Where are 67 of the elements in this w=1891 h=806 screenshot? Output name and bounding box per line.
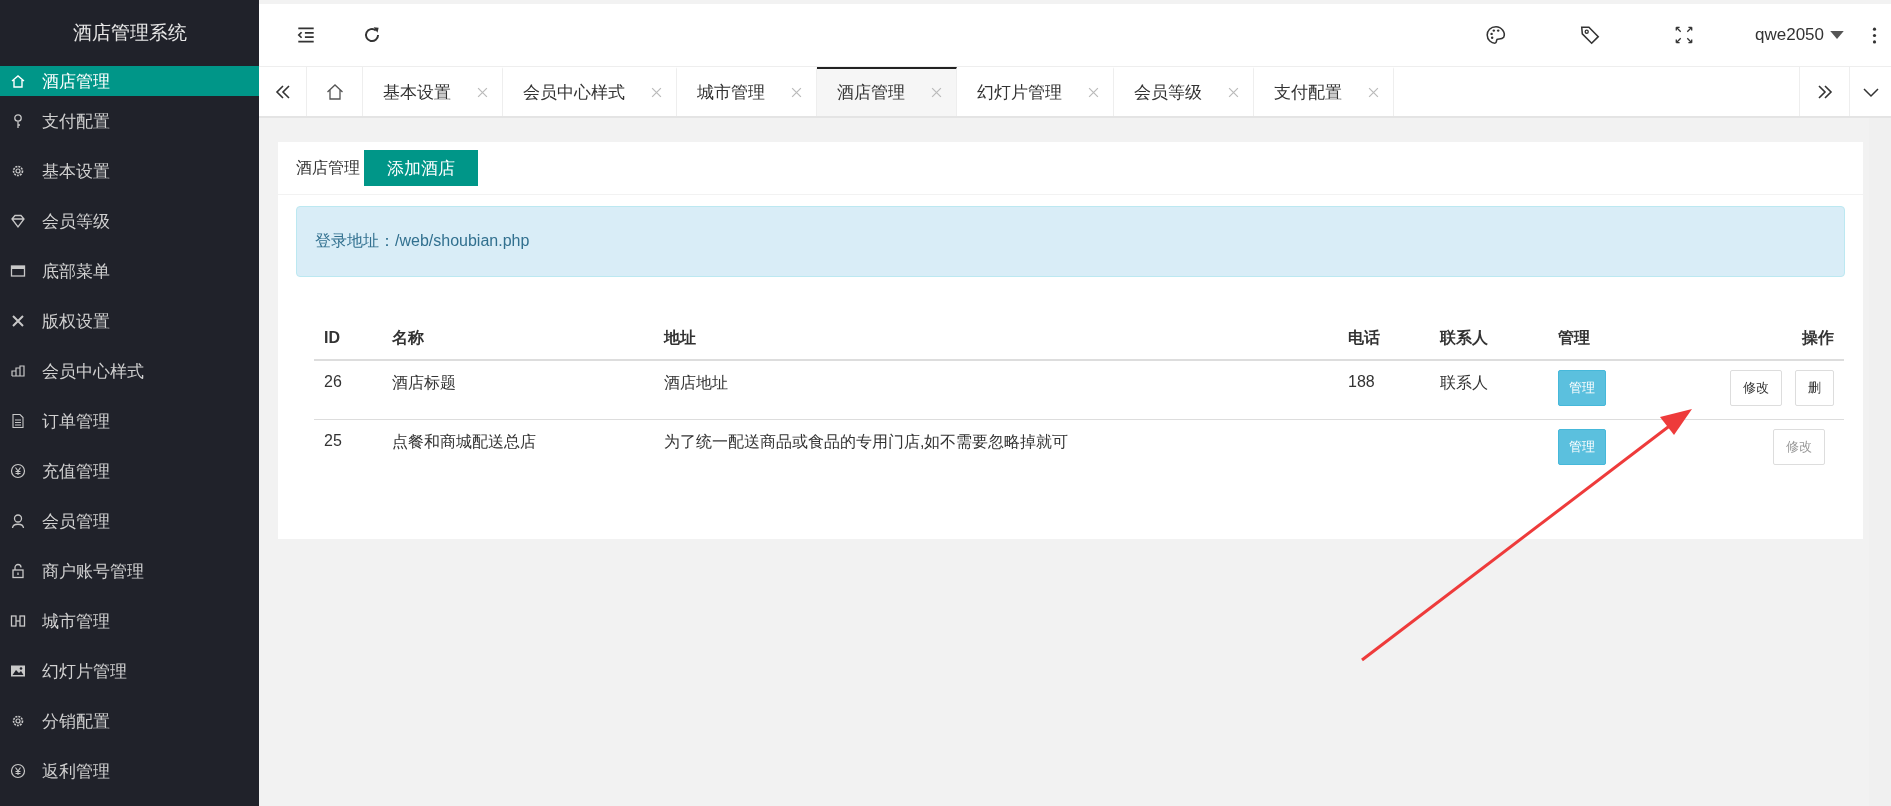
close-icon[interactable] <box>931 87 942 98</box>
column-header: 管理 <box>1558 328 1590 346</box>
tab[interactable]: 酒店管理 <box>817 67 957 116</box>
columns-icon <box>10 613 26 629</box>
column-header: 电话 <box>1348 328 1380 346</box>
sidebar-item[interactable]: 酒店管理 <box>0 66 259 96</box>
close-icon[interactable] <box>477 87 488 98</box>
bars-icon <box>10 363 26 379</box>
close-icon[interactable] <box>651 87 662 98</box>
table-cell: 26 <box>324 373 342 390</box>
tab[interactable]: 基本设置 <box>363 67 503 116</box>
yen-icon <box>10 463 26 479</box>
diamond-icon <box>10 213 26 229</box>
table-cell: 酒店地址 <box>664 374 728 391</box>
tab[interactable]: 支付配置 <box>1254 67 1394 116</box>
notice-banner: 登录地址：/web/shoubian.php <box>296 206 1845 277</box>
gear-icon <box>10 163 26 179</box>
table-cell: 188 <box>1348 373 1375 390</box>
column-header: 联系人 <box>1440 328 1488 346</box>
lock-icon <box>10 563 26 579</box>
fullscreen-icon[interactable] <box>1673 24 1695 46</box>
tab[interactable]: 会员中心样式 <box>503 67 677 116</box>
sidebar-item[interactable]: 会员等级 <box>0 196 259 246</box>
yen-icon <box>10 763 26 779</box>
close-icon[interactable] <box>791 87 802 98</box>
close-icon[interactable] <box>1228 87 1239 98</box>
column-header: 地址 <box>664 328 696 346</box>
user-icon <box>10 513 26 529</box>
sidebar-item[interactable]: 订单管理 <box>0 396 259 446</box>
home-icon <box>10 73 26 89</box>
sidebar-item[interactable]: 底部菜单 <box>0 246 259 296</box>
sidebar-item[interactable]: 会员管理 <box>0 496 259 546</box>
sidebar-item[interactable]: 基本设置 <box>0 146 259 196</box>
sidebar-item[interactable]: 城市管理 <box>0 596 259 646</box>
page-title: 酒店管理 <box>296 157 360 178</box>
more-icon[interactable] <box>1872 26 1877 44</box>
gear-icon <box>10 713 26 729</box>
table-cell: 25 <box>324 432 342 449</box>
add-hotel-button[interactable]: 添加酒店 <box>364 150 478 186</box>
close-icon[interactable] <box>1088 87 1099 98</box>
delete-button[interactable]: 删 <box>1795 370 1834 406</box>
tab[interactable]: 幻灯片管理 <box>957 67 1114 116</box>
table-cell: 点餐和商城配送总店 <box>392 433 536 450</box>
column-header: 操作 <box>1802 328 1834 346</box>
sidebar-item[interactable]: 支付配置 <box>0 96 259 146</box>
tag-icon[interactable] <box>1579 24 1601 46</box>
sidebar-item[interactable]: 版权设置 <box>0 296 259 346</box>
column-header: 名称 <box>392 328 424 346</box>
sidebar-item[interactable]: 分销配置 <box>0 696 259 746</box>
sidebar-item[interactable]: 充值管理 <box>0 446 259 496</box>
sidebar-item[interactable]: 会员中心样式 <box>0 346 259 396</box>
sidebar-item[interactable]: 返利管理 <box>0 746 259 796</box>
close-icon[interactable] <box>1368 87 1379 98</box>
user-menu[interactable]: qwe2050 <box>1755 25 1844 45</box>
edit-button[interactable]: 修改 <box>1730 370 1782 406</box>
window-icon <box>10 263 26 279</box>
sidebar-item[interactable]: 商户账号管理 <box>0 546 259 596</box>
table-cell: 酒店标题 <box>392 374 456 391</box>
image-icon <box>10 663 26 679</box>
tab[interactable]: 会员等级 <box>1114 67 1254 116</box>
document-icon <box>10 413 26 429</box>
sidebar-item[interactable]: 幻灯片管理 <box>0 646 259 696</box>
table-cell: 为了统一配送商品或食品的专用门店,如不需要忽略掉就可 <box>664 433 1069 450</box>
column-header: ID <box>324 329 340 346</box>
palette-icon[interactable] <box>1485 24 1507 46</box>
table-cell: 联系人 <box>1440 374 1488 391</box>
caret-icon <box>1830 30 1844 40</box>
